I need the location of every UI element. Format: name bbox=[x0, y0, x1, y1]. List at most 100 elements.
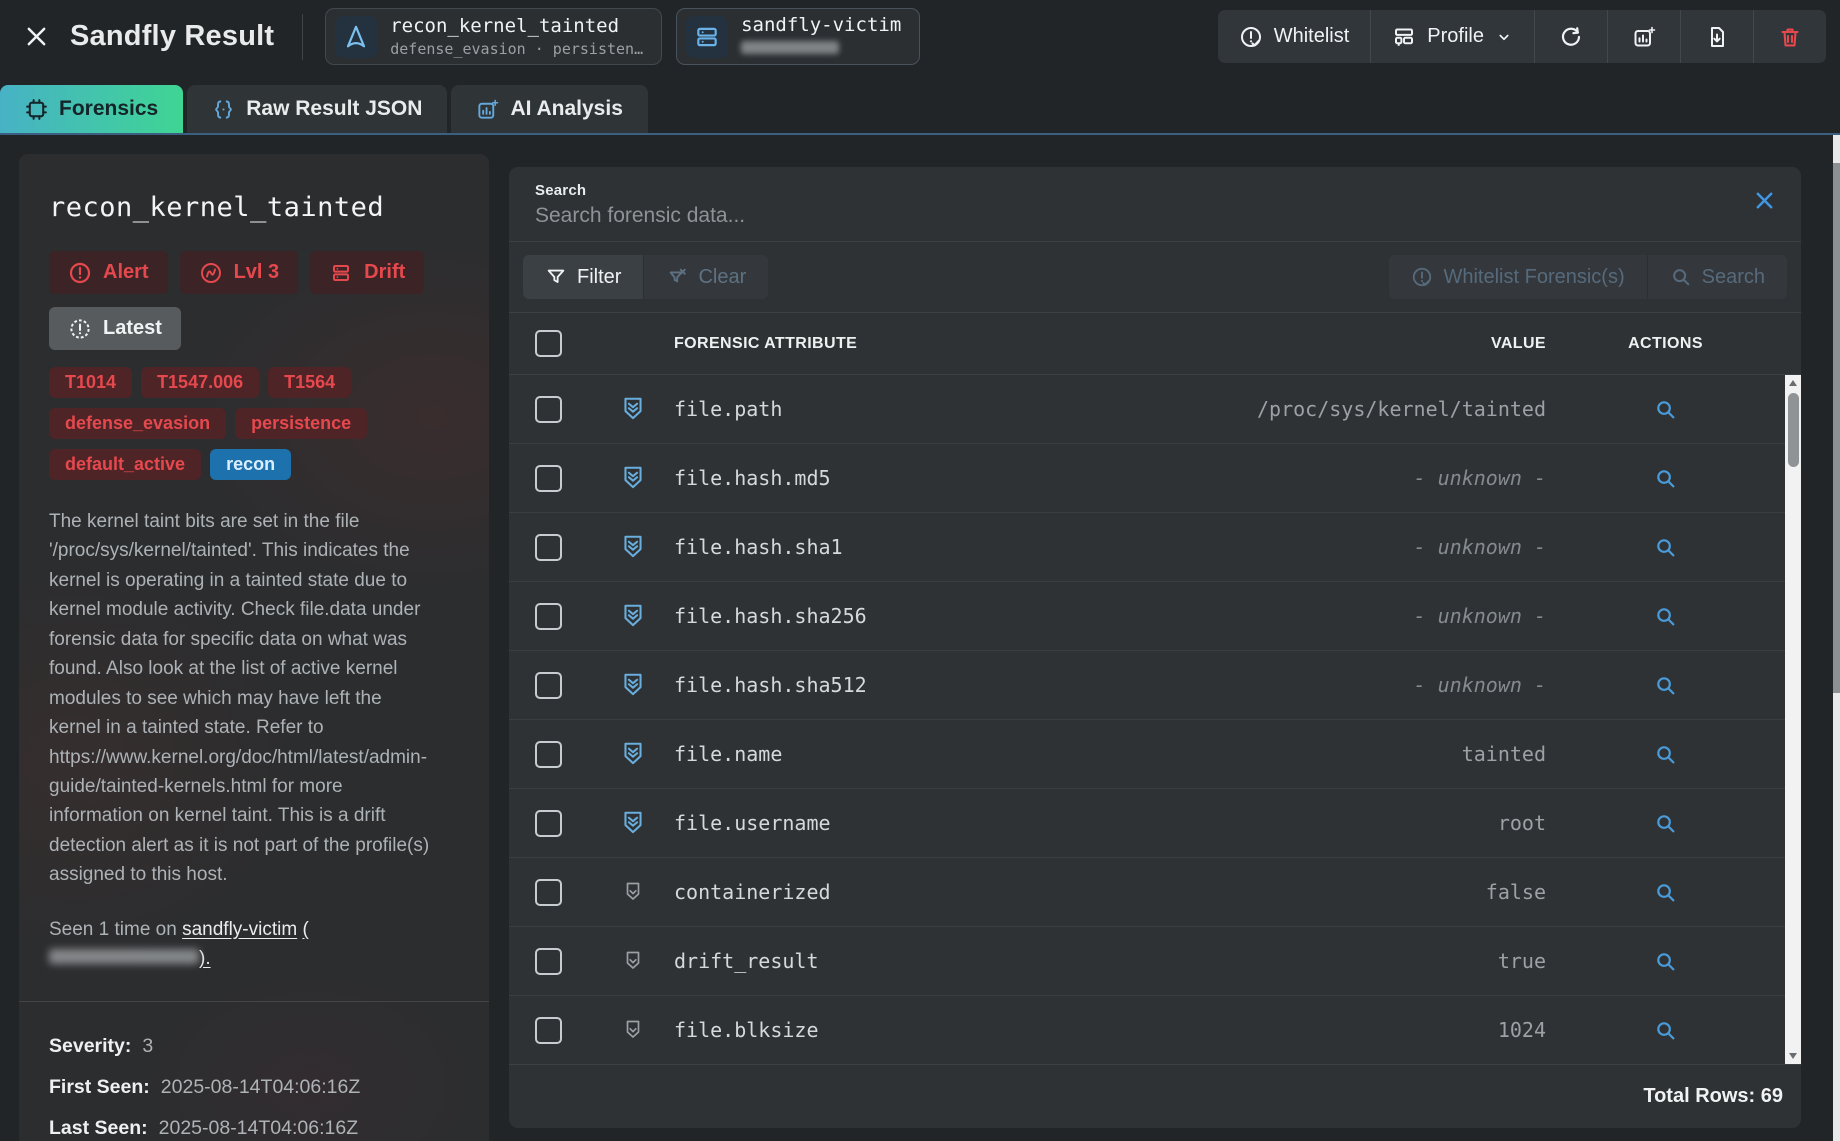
row-checkbox[interactable] bbox=[535, 741, 562, 768]
row-search-button[interactable] bbox=[1649, 392, 1683, 426]
row-search-button[interactable] bbox=[1649, 668, 1683, 702]
row-search-button[interactable] bbox=[1649, 944, 1683, 978]
sandfly-logo-icon bbox=[335, 16, 377, 58]
row-checkbox[interactable] bbox=[535, 534, 562, 561]
row-checkbox[interactable] bbox=[535, 672, 562, 699]
forensic-attribute: file.hash.md5 bbox=[674, 466, 1206, 490]
delete-button[interactable] bbox=[1753, 10, 1826, 63]
table-search-button[interactable]: Search bbox=[1647, 255, 1787, 299]
row-checkbox[interactable] bbox=[535, 948, 562, 975]
column-actions: ACTIONS bbox=[1546, 335, 1785, 353]
row-checkbox[interactable] bbox=[535, 396, 562, 423]
search-close-button[interactable] bbox=[1751, 187, 1777, 213]
total-rows-label: Total Rows: 69 bbox=[1643, 1085, 1783, 1108]
refresh-button[interactable] bbox=[1534, 10, 1607, 63]
profile-icon bbox=[1392, 25, 1416, 49]
header-divider bbox=[302, 14, 303, 60]
search-input[interactable] bbox=[535, 204, 1715, 228]
row-search-button[interactable] bbox=[1649, 1013, 1683, 1047]
row-search-button[interactable] bbox=[1649, 599, 1683, 633]
host-link[interactable]: sandfly-victim bbox=[182, 919, 297, 940]
sandfly-chip-title: recon_kernel_tainted bbox=[390, 15, 643, 39]
seen-summary: Seen 1 time on sandfly-victim (). bbox=[49, 915, 433, 974]
table-row: file.hash.sha256 - unknown - bbox=[509, 581, 1785, 650]
search-section: Search bbox=[509, 167, 1801, 241]
tag-chip: T1564 bbox=[268, 367, 351, 398]
json-braces-icon bbox=[212, 98, 235, 121]
forensic-attribute: file.username bbox=[674, 811, 1206, 835]
row-checkbox[interactable] bbox=[535, 810, 562, 837]
table-row: containerized false bbox=[509, 857, 1785, 926]
select-all-checkbox[interactable] bbox=[535, 330, 562, 357]
forensic-value: root bbox=[1206, 811, 1546, 835]
sandfly-chip[interactable]: recon_kernel_tainted defense_evasion · p… bbox=[325, 8, 662, 65]
host-chip[interactable]: sandfly-victim bbox=[676, 8, 920, 65]
forensic-attribute: file.hash.sha256 bbox=[674, 604, 1206, 628]
tab-forensics-label: Forensics bbox=[59, 97, 158, 121]
row-search-button[interactable] bbox=[1649, 806, 1683, 840]
row-search-button[interactable] bbox=[1649, 737, 1683, 771]
forensic-attribute: drift_result bbox=[674, 949, 1206, 973]
table-row: file.name tainted bbox=[509, 719, 1785, 788]
table-actions-group: Whitelist Forensic(s) Search bbox=[1389, 255, 1787, 299]
detection-title: recon_kernel_tainted bbox=[49, 192, 459, 223]
row-checkbox[interactable] bbox=[535, 879, 562, 906]
result-tabs: Forensics Raw Result JSON AI Analysis bbox=[0, 85, 1840, 135]
drift-badge: Drift bbox=[310, 251, 424, 294]
table-row: file.hash.md5 - unknown - bbox=[509, 443, 1785, 512]
file-download-icon bbox=[1705, 25, 1729, 49]
close-icon bbox=[1753, 189, 1776, 212]
scroll-down-arrow-icon[interactable] bbox=[1789, 1053, 1797, 1059]
table-row: file.username root bbox=[509, 788, 1785, 857]
tag-chip: T1014 bbox=[49, 367, 132, 398]
bar-chart-icon bbox=[1632, 25, 1656, 49]
whitelist-icon bbox=[1239, 25, 1263, 49]
table-scrollbar[interactable] bbox=[1785, 375, 1801, 1064]
profile-button[interactable]: Profile bbox=[1370, 10, 1534, 63]
panel-divider bbox=[19, 1001, 489, 1002]
forensic-value: tainted bbox=[1206, 742, 1546, 766]
funnel-clear-icon bbox=[666, 266, 688, 288]
report-chart-button[interactable] bbox=[1607, 10, 1680, 63]
magnifier-icon bbox=[1654, 1019, 1677, 1042]
status-badges: Alert Lvl 3 Drift bbox=[49, 251, 459, 294]
export-document-button[interactable] bbox=[1680, 10, 1753, 63]
table-scrollbar-thumb[interactable] bbox=[1788, 393, 1799, 467]
trash-icon bbox=[1778, 25, 1802, 49]
forensic-attribute: file.hash.sha512 bbox=[674, 673, 1206, 697]
magnifier-icon bbox=[1654, 743, 1677, 766]
row-search-button[interactable] bbox=[1649, 461, 1683, 495]
forensic-badge-icon bbox=[619, 533, 647, 561]
row-search-button[interactable] bbox=[1649, 530, 1683, 564]
row-checkbox[interactable] bbox=[535, 1017, 562, 1044]
forensic-attribute: containerized bbox=[674, 880, 1206, 904]
alert-circle-icon bbox=[68, 261, 92, 285]
alert-badge: Alert bbox=[49, 251, 168, 294]
host-chip-title: sandfly-victim bbox=[741, 14, 901, 38]
row-checkbox[interactable] bbox=[535, 603, 562, 630]
whitelist-button[interactable]: Whitelist bbox=[1218, 10, 1371, 63]
close-result-button[interactable] bbox=[16, 17, 56, 57]
tab-raw-result-json[interactable]: Raw Result JSON bbox=[187, 85, 447, 133]
magnifier-icon bbox=[1654, 398, 1677, 421]
tab-ai-analysis[interactable]: AI Analysis bbox=[451, 85, 647, 133]
latest-badge-row: Latest bbox=[49, 307, 459, 350]
drift-server-icon bbox=[329, 261, 353, 285]
page-scrollbar[interactable] bbox=[1833, 135, 1840, 1141]
row-checkbox[interactable] bbox=[535, 465, 562, 492]
magnifier-icon bbox=[1654, 605, 1677, 628]
tag-chip: recon bbox=[210, 449, 291, 480]
page-scrollbar-thumb[interactable] bbox=[1833, 163, 1840, 693]
forensic-attribute: file.path bbox=[674, 397, 1206, 421]
tab-ai-analysis-label: AI Analysis bbox=[510, 97, 622, 121]
whitelist-forensics-button[interactable]: Whitelist Forensic(s) bbox=[1389, 255, 1646, 299]
row-search-button[interactable] bbox=[1649, 875, 1683, 909]
magnifier-icon bbox=[1654, 950, 1677, 973]
detection-detail-panel: recon_kernel_tainted Alert Lvl 3 bbox=[19, 154, 489, 1141]
filter-button[interactable]: Filter bbox=[523, 255, 643, 299]
clear-filter-button[interactable]: Clear bbox=[643, 255, 768, 299]
tab-forensics[interactable]: Forensics bbox=[0, 85, 183, 133]
scroll-up-arrow-icon[interactable] bbox=[1789, 380, 1797, 386]
column-value: VALUE bbox=[1206, 335, 1546, 353]
first-seen-row: First Seen: 2025-08-14T04:06:16Z bbox=[49, 1067, 459, 1108]
